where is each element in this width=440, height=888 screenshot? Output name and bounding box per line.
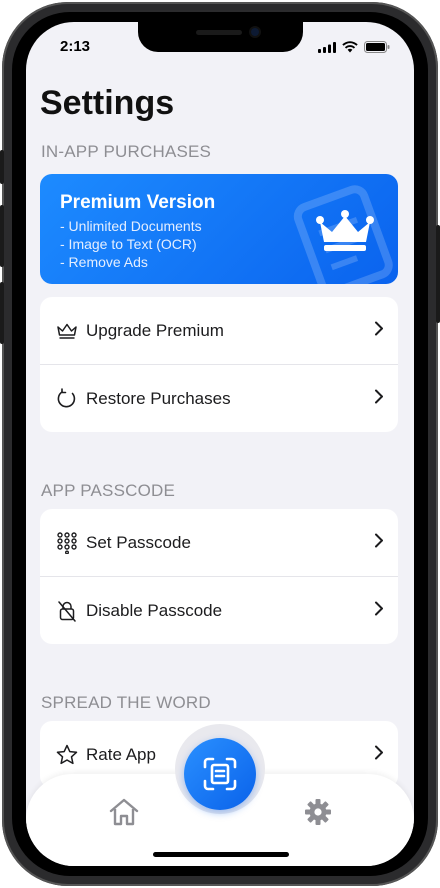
premium-feature: - Unlimited Documents <box>60 218 202 234</box>
mute-switch <box>0 150 4 184</box>
status-icons <box>318 40 390 58</box>
tab-home[interactable] <box>108 798 140 831</box>
row-label: Disable Passcode <box>86 600 223 620</box>
power-button <box>436 225 440 323</box>
lock-slash-icon <box>56 600 78 622</box>
premium-title: Premium Version <box>60 192 216 213</box>
screen: 2:13 Settings IN-APP PURCHASES Premium V… <box>26 22 414 866</box>
premium-card[interactable]: Premium Version - Unlimited Documents - … <box>40 174 398 284</box>
page-title: Settings <box>40 84 175 122</box>
purchases-group: Upgrade Premium Restore Purchases <box>40 297 398 432</box>
row-label: Upgrade Premium <box>86 320 224 340</box>
notch <box>138 22 303 52</box>
cellular-signal-icon <box>318 40 336 58</box>
row-label: Restore Purchases <box>86 388 231 408</box>
chevron-right-icon <box>374 532 384 553</box>
tab-settings[interactable] <box>304 798 332 831</box>
chevron-right-icon <box>374 388 384 409</box>
front-camera <box>251 28 259 36</box>
home-indicator <box>153 852 289 857</box>
scan-document-icon <box>203 757 237 791</box>
premium-feature: - Image to Text (OCR) <box>60 236 197 252</box>
wifi-icon <box>342 40 358 58</box>
section-label-passcode: APP PASSCODE <box>41 481 176 500</box>
row-label: Set Passcode <box>86 532 191 552</box>
volume-up-button <box>0 205 4 267</box>
chevron-right-icon <box>374 320 384 341</box>
volume-down-button <box>0 282 4 344</box>
battery-icon <box>364 40 390 58</box>
section-label-spread: SPREAD THE WORD <box>41 693 211 712</box>
crown-icon <box>316 210 374 251</box>
chevron-right-icon <box>374 744 384 765</box>
status-time: 2:13 <box>60 38 91 55</box>
house-icon <box>109 798 139 826</box>
set-passcode-row[interactable]: Set Passcode <box>40 509 398 576</box>
passcode-group: Set Passcode Disable Passcode <box>40 509 398 644</box>
gear-icon <box>305 799 331 825</box>
row-label: Rate App <box>86 744 156 764</box>
speaker-grille <box>196 30 242 35</box>
section-label-purchases: IN-APP PURCHASES <box>41 142 212 161</box>
crown-icon <box>56 320 78 342</box>
chevron-right-icon <box>374 600 384 621</box>
restore-purchases-row[interactable]: Restore Purchases <box>40 364 398 432</box>
restore-icon <box>56 387 78 410</box>
star-icon <box>56 744 78 766</box>
keypad-icon <box>56 531 78 554</box>
disable-passcode-row[interactable]: Disable Passcode <box>40 576 398 644</box>
scan-button[interactable] <box>184 738 256 810</box>
premium-feature: - Remove Ads <box>60 254 148 270</box>
upgrade-premium-row[interactable]: Upgrade Premium <box>40 297 398 364</box>
